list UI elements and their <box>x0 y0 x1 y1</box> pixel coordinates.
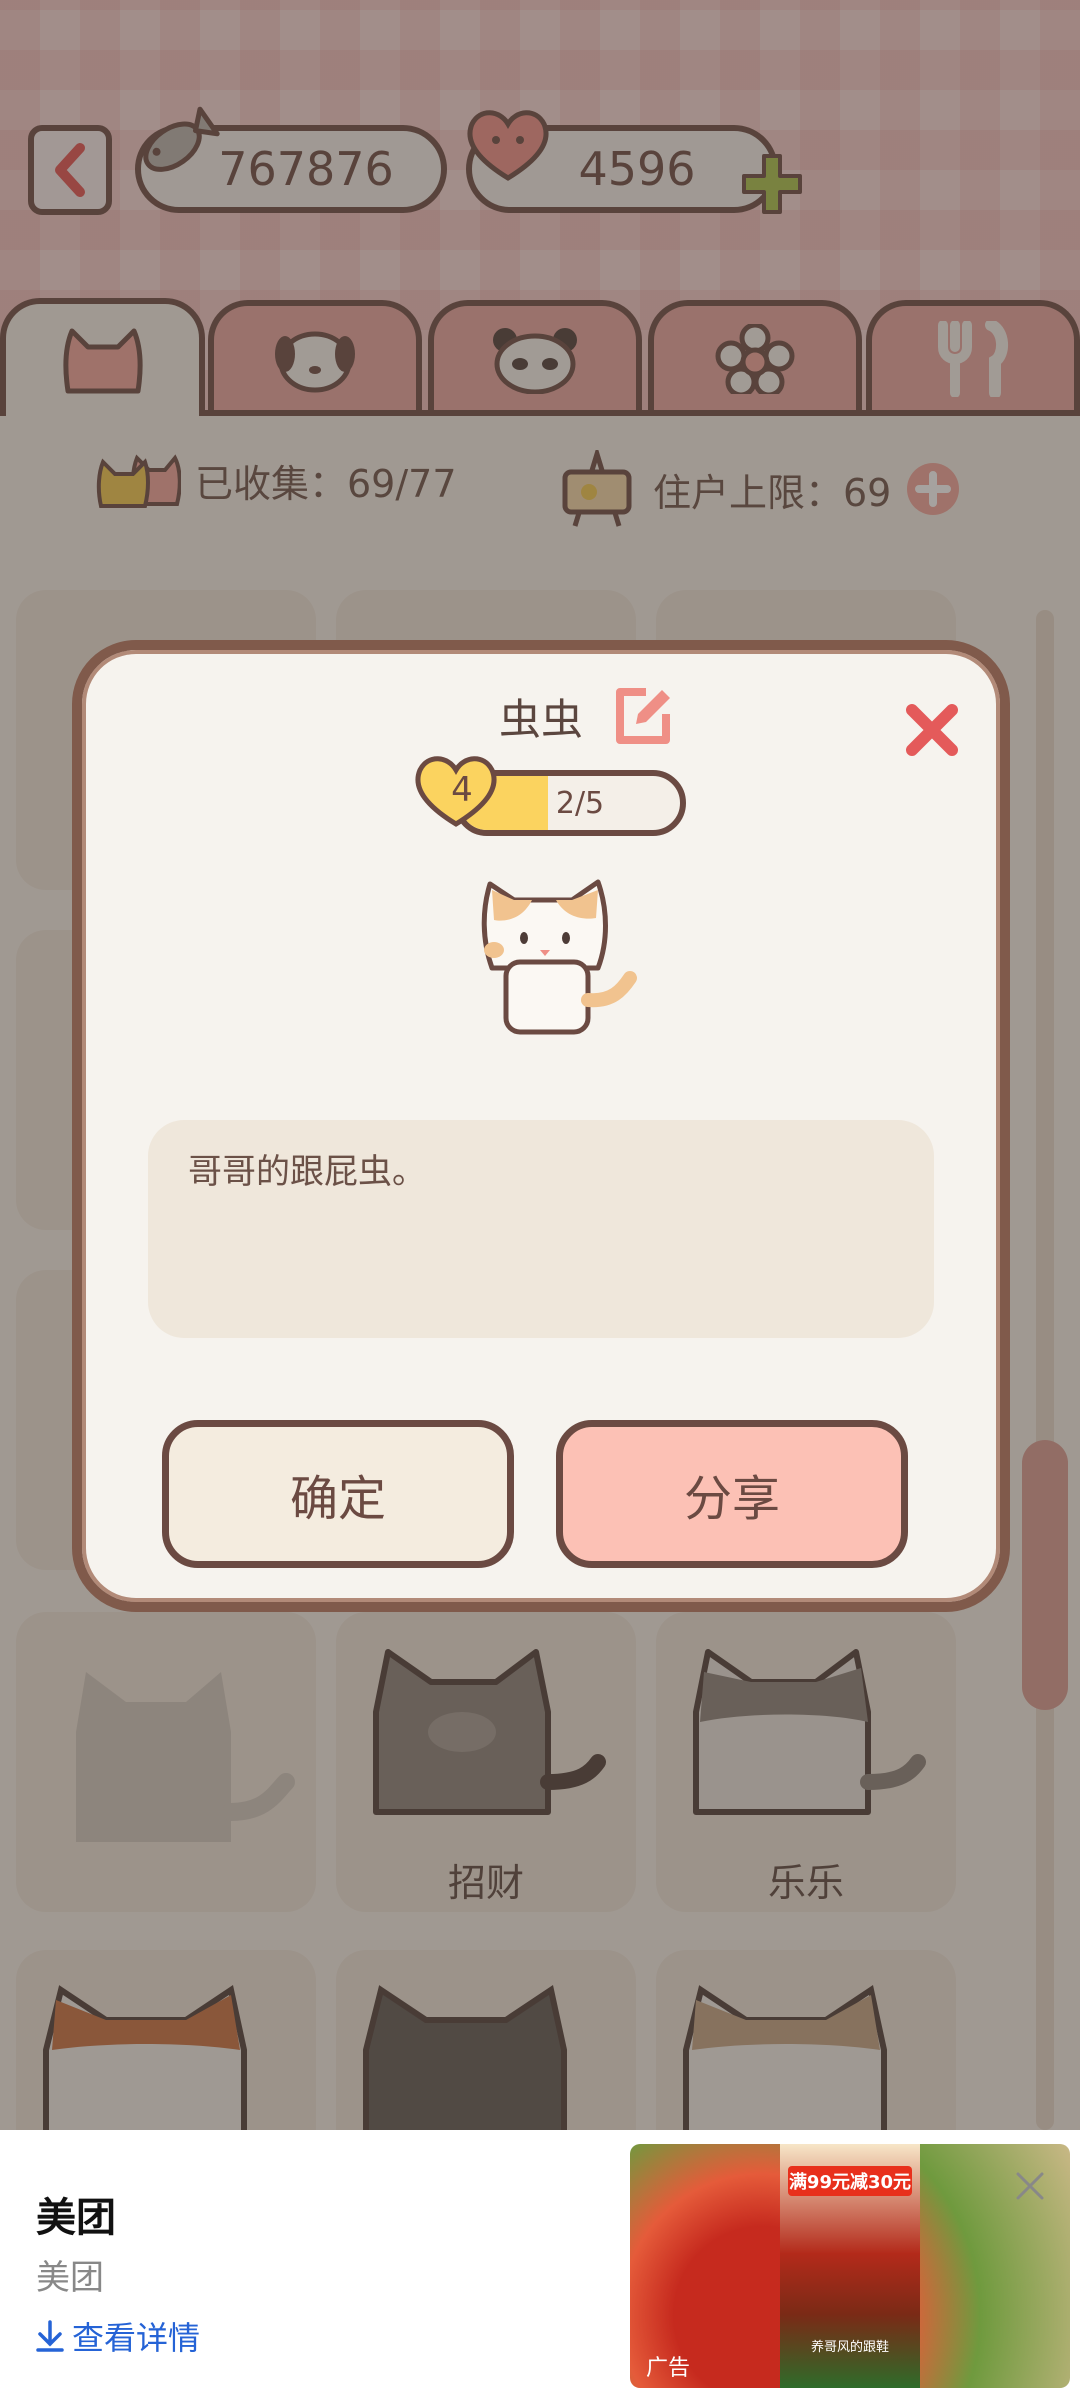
cat-detail-modal: 虫虫 2/5 4 哥哥的跟屁虫。 确定 分享 <box>72 640 1010 1612</box>
ad-details-label: 查看详情 <box>72 2319 201 2357</box>
ad-close-icon[interactable] <box>1010 2166 1050 2206</box>
cat-chongchong-figure <box>481 879 637 1035</box>
download-arrow-icon <box>36 2320 64 2352</box>
cat-name-title: 虫虫 <box>498 695 583 744</box>
ad-poster-caption: 养哥风的跟鞋 <box>810 2340 889 2355</box>
cat-description: 哥哥的跟屁虫。 <box>148 1120 934 1338</box>
share-button[interactable]: 分享 <box>556 1420 908 1568</box>
ad-promo-text: 满99元减30元 <box>788 2166 912 2196</box>
ad-details-link[interactable]: 查看详情 <box>36 2313 200 2359</box>
edit-name-icon[interactable] <box>612 686 674 748</box>
affinity-level: 4 <box>451 770 473 810</box>
ad-banner[interactable]: 美团 美团 查看详情 满99元减30元 养哥风的跟鞋 广告 <box>0 2130 1080 2400</box>
ad-title: 美团 <box>36 2195 116 2241</box>
ad-subtitle: 美团 <box>36 2258 104 2298</box>
ad-image[interactable]: 满99元减30元 养哥风的跟鞋 广告 <box>630 2144 1070 2388</box>
close-icon[interactable] <box>902 700 962 760</box>
ad-tag: 广告 <box>646 2356 691 2381</box>
confirm-button[interactable]: 确定 <box>162 1420 514 1568</box>
game-screen: 767876 4596 已收集：69/77 住户上限：69 招财 乐乐 虫虫 2… <box>0 0 1080 2130</box>
